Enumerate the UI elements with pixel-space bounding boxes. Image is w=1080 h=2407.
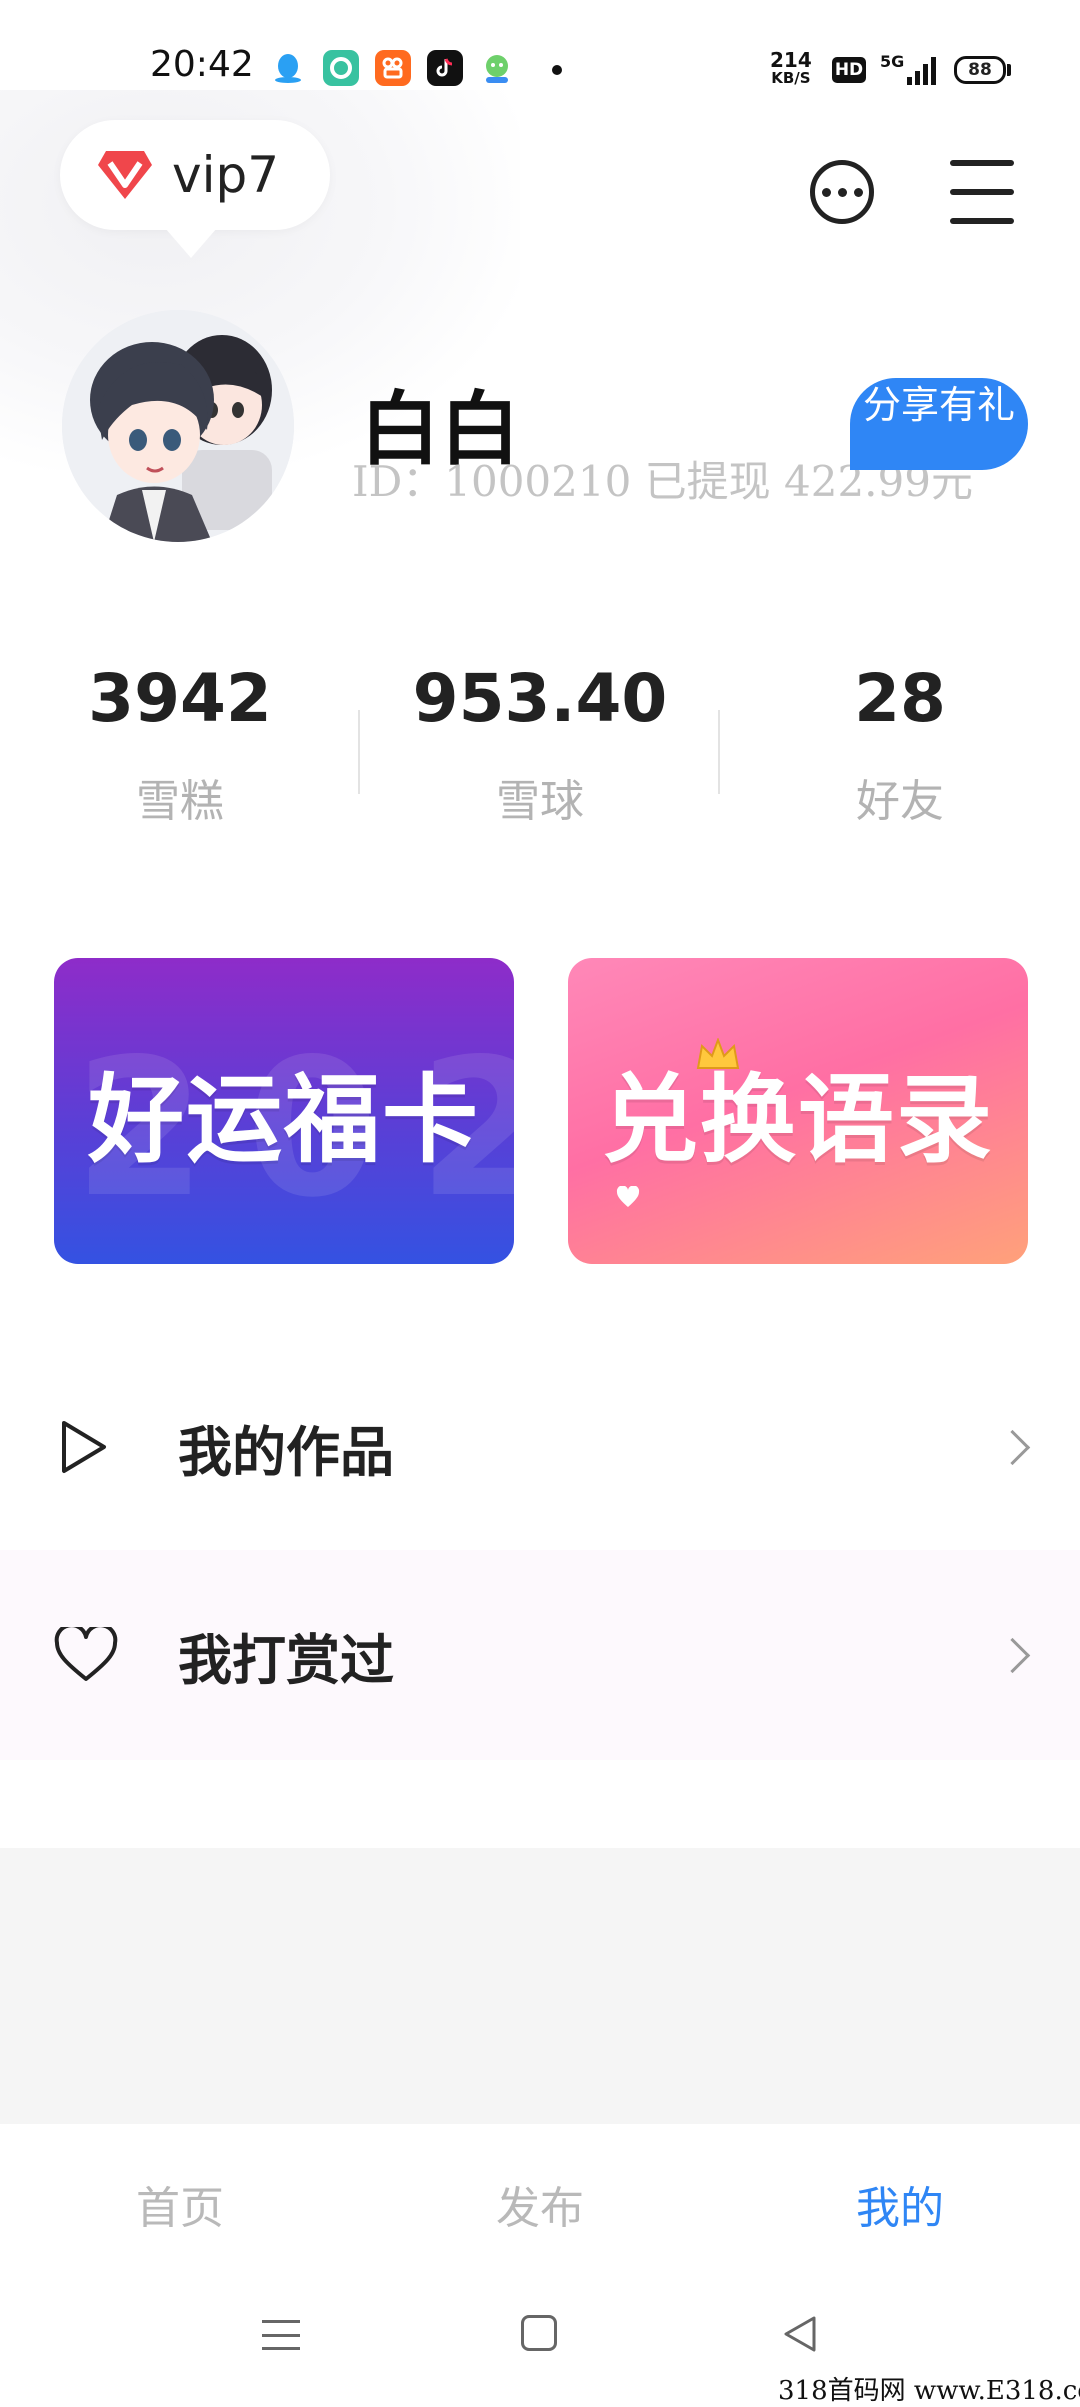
tab-home[interactable]: 首页 [80,2172,280,2236]
status-time: 20:42 [150,44,254,85]
avatar[interactable] [62,310,294,542]
exchange-quotes-title: 兑换语录 [602,1063,994,1176]
diamond-icon [96,149,154,201]
stat-value: 28 [854,660,946,737]
my-rewarded-row[interactable]: 我打赏过 [0,1550,1080,1760]
stat-value: 3942 [88,660,272,737]
notification-dot-icon [552,65,562,75]
my-rewarded-label: 我打赏过 [178,1628,394,1692]
menu-line [950,218,1014,224]
my-works-row[interactable]: 我的作品 [0,1342,1080,1552]
douyin-icon [427,50,463,86]
signal-type: 5G [880,52,905,71]
stat-snowball[interactable]: 953.40 雪球 [360,660,720,829]
chat-dot [853,187,863,197]
hd-badge: HD [832,57,866,83]
network-speed-unit: KB/S [771,69,811,87]
nav-line [262,2333,300,2337]
nav-back-icon[interactable] [780,2314,820,2354]
nav-line [262,2320,300,2323]
vip-badge[interactable]: vip7 [60,120,330,230]
nav-line [262,2347,300,2350]
chevron-right-icon [994,1637,1031,1673]
wechat-icon [479,50,515,86]
tab-mine[interactable]: 我的 [800,2172,1000,2236]
stat-snowcake[interactable]: 3942 雪糕 [0,660,360,829]
content-spacer [0,1848,1080,2124]
chevron-right-icon [994,1429,1031,1465]
message-button[interactable] [810,160,874,224]
avatar-illustration [62,310,294,542]
menu-line [950,160,1014,166]
lucky-card-banner[interactable]: 2022 好运福卡 [54,958,514,1264]
qq-icon [270,50,306,86]
bottom-tab-bar: 首页 发布 我的 [0,2124,1080,2274]
heart-icon [54,1623,118,1683]
chat-dot [837,187,847,197]
nav-recent-apps-icon[interactable] [262,2320,300,2350]
crown-icon [696,1037,740,1076]
stat-value: 953.40 [412,660,668,737]
lucky-card-title: 好运福卡 [88,1063,480,1176]
chat-dot [821,187,831,197]
network-speed-value: 214 [770,48,812,72]
stat-label: 雪糕 [136,776,224,827]
stat-label: 雪球 [496,776,584,827]
heart-decoration-icon [616,1185,640,1212]
battery-indicator: 88 [954,56,1006,84]
share-reward-button[interactable]: 分享有礼 [850,378,1028,470]
battery-tip [1007,64,1011,76]
signal-bars-icon [905,55,941,89]
vip-level: vip7 [172,146,280,204]
menu-button[interactable] [950,160,1014,224]
stat-label: 好友 [856,776,944,827]
kuaishou-icon [375,50,411,86]
stat-friends[interactable]: 28 好友 [720,660,1080,829]
exchange-quotes-banner[interactable]: 兑换语录 [568,958,1028,1264]
my-works-label: 我的作品 [178,1420,394,1484]
site-watermark: 318首码网 www.E318.com [778,2376,1080,2406]
network-speed: 214 KB/S [770,50,812,86]
nav-home-icon[interactable] [521,2315,557,2351]
play-icon [54,1419,110,1475]
vip-bubble-tail [165,228,217,258]
soul-icon [323,50,359,86]
tab-publish[interactable]: 发布 [440,2172,640,2236]
menu-line [950,189,1014,195]
